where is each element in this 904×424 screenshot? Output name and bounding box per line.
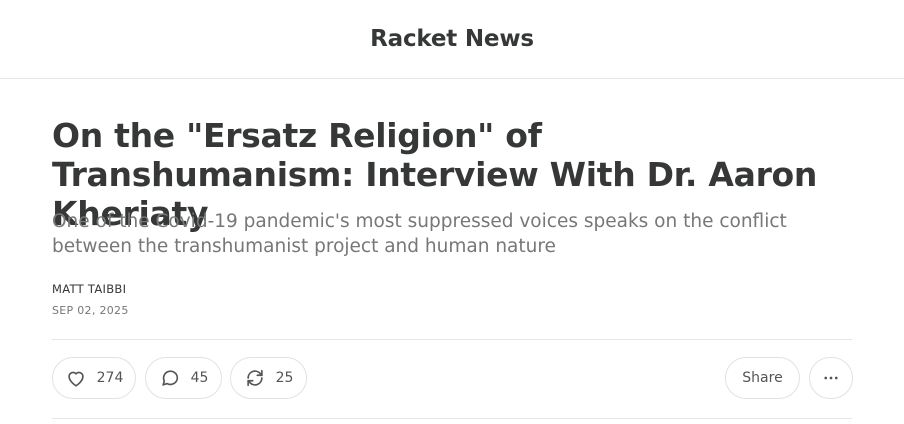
restack-count: 25 [275,370,294,386]
author-name[interactable]: MATT TAIBBI [52,282,126,296]
publication-title[interactable]: Racket News [370,26,534,52]
ellipsis-icon [824,376,838,380]
heart-icon [67,371,84,387]
divider-bottom [52,418,852,419]
post-actions-bar: 274 45 25 Share [52,357,853,401]
repeat-arrows-icon [246,369,263,387]
post-date: SEP 02, 2025 [52,304,129,317]
share-button[interactable]: Share [725,357,800,399]
speech-bubble-icon [161,370,178,386]
comment-count: 45 [190,370,209,386]
share-label: Share [742,370,783,386]
comment-button[interactable]: 45 [145,357,222,399]
restack-button[interactable]: 25 [230,357,307,399]
like-count: 274 [96,370,124,386]
more-options-button[interactable] [809,357,853,399]
divider-top [52,339,852,340]
post-subtitle: One of the Covid-19 pandemic's most supp… [52,211,787,257]
like-button[interactable]: 274 [52,357,136,399]
publication-header: Racket News [0,0,904,79]
